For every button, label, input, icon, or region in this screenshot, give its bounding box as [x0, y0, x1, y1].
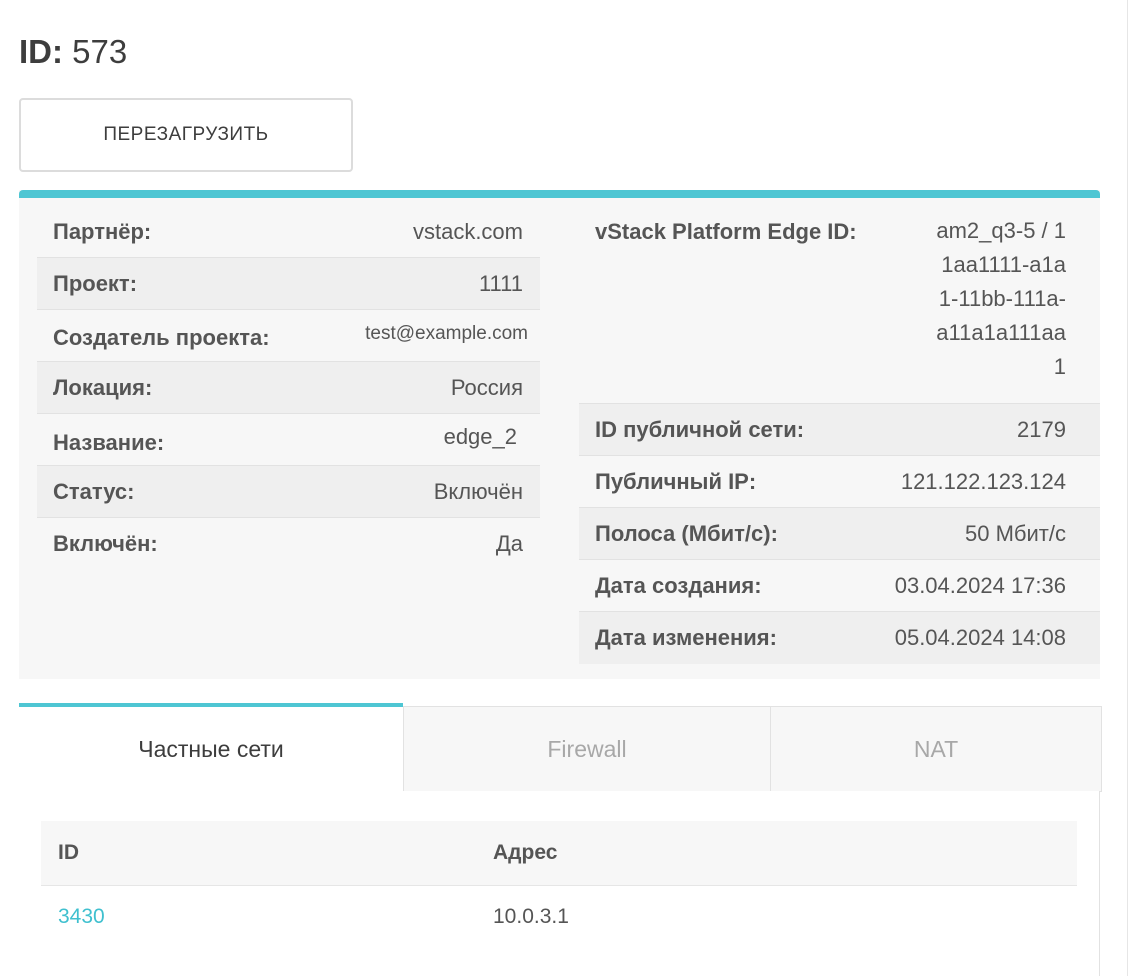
public-network-link[interactable]: 2179	[1017, 417, 1066, 443]
private-networks-panel: ID Адрес 3430 10.0.3.1	[19, 791, 1100, 976]
detail-label: Партнёр:	[53, 219, 152, 244]
status-value: Включён	[433, 479, 523, 504]
detail-label: Создатель проекта:	[53, 325, 270, 350]
detail-label: ID публичной сети:	[595, 417, 805, 442]
detail-label: Включён:	[53, 531, 158, 556]
detail-row-project-creator: Создатель проекта: test@example.com	[37, 310, 540, 362]
edge-details-card: Партнёр: vstack.com Проект: 1111 Создате…	[19, 190, 1100, 679]
network-id-link[interactable]: 3430	[58, 886, 105, 948]
creator-email-link[interactable]: test@example.com	[365, 323, 528, 345]
tab-private-networks[interactable]: Частные сети	[19, 703, 403, 792]
created-value: 03.04.2024 17:36	[894, 573, 1066, 598]
detail-row-public-ip: Публичный IP: 121.122.123.124	[579, 456, 1100, 508]
location-value: Россия	[450, 375, 523, 400]
edge-id-line: a11a1a111aa	[936, 320, 1066, 345]
table-row[interactable]: 3430 10.0.3.1	[41, 886, 1077, 948]
edge-id-line: 1	[1053, 354, 1066, 379]
detail-label: Публичный IP:	[595, 469, 757, 494]
detail-label: Проект:	[53, 271, 138, 296]
edge-id-line: 1-11bb-111a-	[938, 286, 1066, 311]
detail-label: Статус:	[53, 479, 135, 504]
detail-label: vStack Platform Edge ID:	[595, 219, 857, 244]
detail-label: Дата создания:	[595, 573, 762, 598]
name-value: edge_2	[443, 424, 517, 449]
card-accent-bar	[19, 190, 1100, 198]
tab-firewall[interactable]: Firewall	[403, 706, 771, 792]
page-title: ID: 573	[19, 30, 127, 74]
id-label: ID:	[19, 33, 63, 70]
project-link[interactable]: 1111	[479, 271, 523, 297]
detail-row-location: Локация: Россия	[37, 362, 540, 414]
column-header-id[interactable]: ID	[58, 821, 79, 885]
tab-bar: Частные сети Firewall NAT	[19, 703, 1102, 792]
reload-button[interactable]: ПЕРЕЗАГРУЗИТЬ	[19, 98, 353, 172]
detail-row-modified: Дата изменения: 05.04.2024 14:08	[579, 612, 1100, 664]
detail-label: Локация:	[53, 375, 153, 400]
bandwidth-value: 50 Мбит/с	[965, 521, 1066, 546]
detail-row-enabled: Включён: Да	[37, 518, 540, 570]
detail-row-created: Дата создания: 03.04.2024 17:36	[579, 560, 1100, 612]
detail-row-public-network-id: ID публичной сети: 2179	[579, 404, 1100, 456]
detail-row-name: Название: edge_2	[37, 414, 540, 466]
public-ip-value: 121.122.123.124	[900, 469, 1066, 494]
edge-detail-page: ID: 573 ПЕРЕЗАГРУЗИТЬ Партнёр: vstack.co…	[0, 0, 1128, 976]
detail-row-bandwidth: Полоса (Мбит/с): 50 Мбит/с	[579, 508, 1100, 560]
modified-value: 05.04.2024 14:08	[894, 625, 1066, 650]
tab-nat[interactable]: NAT	[770, 706, 1102, 792]
column-header-address[interactable]: Адрес	[493, 821, 557, 885]
network-address: 10.0.3.1	[493, 905, 569, 928]
detail-row-partner: Партнёр: vstack.com	[37, 206, 540, 258]
detail-row-project: Проект: 1111	[37, 258, 540, 310]
partner-link[interactable]: vstack.com	[413, 219, 523, 245]
table-header: ID Адрес	[41, 821, 1077, 886]
detail-label: Полоса (Мбит/с):	[595, 521, 778, 546]
edge-id-link[interactable]: am2_q3-5 / 1 1aa1111-a1a 1-11bb-111a- a1…	[936, 214, 1066, 384]
edge-id-line: 1aa1111-a1a	[941, 252, 1066, 277]
detail-row-status: Статус: Включён	[37, 466, 540, 518]
id-value: 573	[72, 33, 128, 70]
detail-label: Дата изменения:	[595, 625, 777, 650]
detail-row-edge-id: vStack Platform Edge ID: am2_q3-5 / 1 1a…	[579, 206, 1100, 404]
edge-id-line: am2_q3-5 / 1	[936, 218, 1066, 243]
detail-label: Название:	[53, 430, 165, 455]
enabled-value: Да	[495, 531, 523, 556]
